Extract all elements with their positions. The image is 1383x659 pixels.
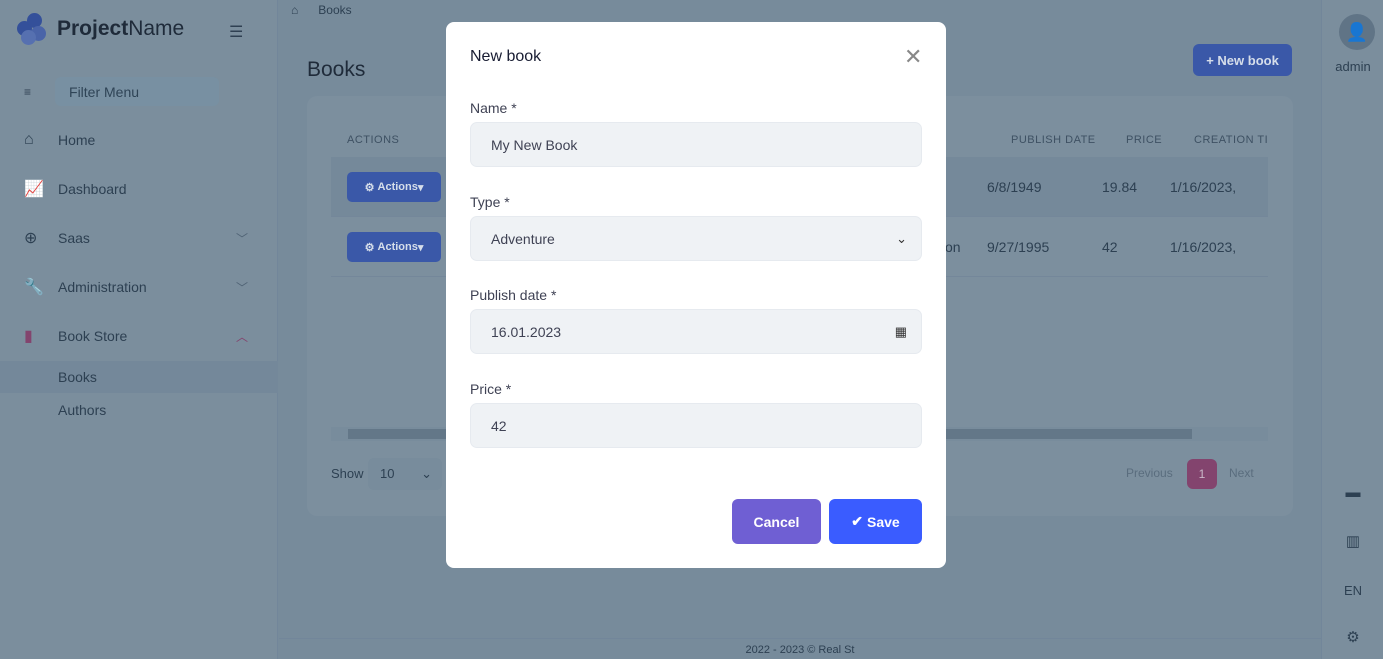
home-icon[interactable]: ⌂ [291,3,298,17]
calendar-icon[interactable]: ▦ [895,324,907,340]
chevron-down-icon: ﹀ [235,231,248,246]
publish-date-value: 16.01.2023 [491,323,562,340]
sidebar-item-dashboard[interactable]: 📈 Dashboard [0,169,278,209]
price-value: 42 [491,417,507,434]
type-label: Type * [470,194,510,210]
logo[interactable]: ProjectName [17,13,184,45]
home-icon: ⌂ [24,131,34,148]
label: Save [867,513,900,530]
app-name-bold: Project [57,17,129,40]
label: Home [58,132,96,148]
footer: 2022 - 2023 © Real St [279,638,1321,659]
label: Actions [377,181,418,193]
column-header-actions[interactable]: ACTIONS [347,134,399,146]
column-header-price[interactable]: PRICE [1126,134,1162,146]
chevron-down-icon: ⌄ [896,230,907,246]
type-value: Adventure [491,230,555,247]
columns-icon[interactable]: ▥ [1322,532,1383,550]
breadcrumb: ⌂ Books [279,0,1321,20]
book-icon: ▮ [24,328,33,345]
sidebar-item-authors[interactable]: Authors [0,394,278,426]
user-name[interactable]: admin [1322,59,1383,74]
sidebar-item-home[interactable]: ⌂ Home [0,120,278,160]
label: Saas [58,230,90,246]
filter-icon: ≡ [24,84,32,99]
label: New book [1217,52,1279,68]
next-page-button[interactable]: Next [1229,466,1254,480]
chevron-down-icon: ⌄ [421,466,432,481]
cell-price: 42 [1102,239,1118,255]
actions-dropdown-button[interactable]: ⚙ Actions ▾ [347,232,441,262]
gear-icon: ⚙ [364,241,375,254]
cancel-button[interactable]: Cancel [732,499,821,544]
name-label: Name * [470,100,517,116]
wrench-icon: 🔧 [24,279,44,296]
page-1-button[interactable]: 1 [1187,459,1217,489]
name-input[interactable]: My New Book [470,122,922,167]
sidebar-item-book-store[interactable]: ▮ Book Store ︿ [0,316,278,356]
label: Administration [58,279,147,295]
gear-icon: ⚙ [364,181,375,194]
laptop-icon[interactable]: ▬ [1322,484,1383,501]
modal-title: New book [470,48,542,65]
app-name-light: Name [128,17,185,40]
column-header-publish-date[interactable]: PUBLISH DATE [1011,134,1096,146]
label: Dashboard [58,181,127,197]
sidebar-item-saas[interactable]: ⊕ Saas ﹀ [0,218,278,258]
language-selector[interactable]: EN [1322,583,1383,598]
settings-gear-icon[interactable]: ⚙ [1322,628,1383,646]
logo-icon [17,13,49,45]
chevron-up-icon: ︿ [235,329,248,344]
breadcrumb-current: Books [318,3,352,17]
page-size-value: 10 [380,466,395,481]
type-select[interactable]: Adventure ⌄ [470,216,922,261]
new-book-button[interactable]: + New book [1193,44,1292,76]
sidebar-item-administration[interactable]: 🔧 Administration ﹀ [0,267,278,307]
sidebar: ProjectName ☰ ≡ Filter Menu ⌂ Home 📈 Dashb… [0,0,278,659]
cell-creation-time: 1/16/2023, [1170,239,1237,255]
cell-price: 19.84 [1102,179,1138,195]
close-icon[interactable]: ✕ [904,46,922,68]
right-toolbar: 👤 admin ▬ ▥ EN ⚙ [1321,0,1383,659]
price-label: Price * [470,381,512,397]
name-value: My New Book [491,136,578,153]
user-avatar[interactable]: 👤 [1339,14,1375,50]
globe-icon: ⊕ [24,230,38,247]
price-input[interactable]: 42 [470,403,922,448]
label: Actions [377,241,418,253]
cell-publish-date: 9/27/1995 [987,239,1050,255]
sidebar-toggle-icon[interactable]: ☰ [229,22,245,42]
new-book-modal: New book ✕ Name * My New Book Type * Adv… [446,22,946,568]
plus-icon: + [1206,52,1214,68]
cell-creation-time: 1/16/2023, [1170,179,1237,195]
publish-date-input[interactable]: 16.01.2023 ▦ [470,309,922,354]
previous-page-button[interactable]: Previous [1126,466,1173,480]
label: Book Store [58,328,128,344]
page-title: Books [307,58,366,81]
save-button[interactable]: ✔ Save [829,499,922,544]
show-label: Show [331,466,364,481]
check-icon: ✔ [851,513,864,529]
sidebar-item-books[interactable]: Books [0,361,278,393]
column-header-creation-time[interactable]: CREATION TI [1194,134,1268,146]
actions-dropdown-button[interactable]: ⚙ Actions ▾ [347,172,441,202]
publish-date-label: Publish date * [470,287,557,303]
page-size-select[interactable]: 10 ⌄ [368,458,442,490]
filter-menu-input[interactable]: Filter Menu [55,77,220,106]
cell-publish-date: 6/8/1949 [987,179,1042,195]
chart-icon: 📈 [24,181,44,198]
chevron-down-icon: ﹀ [235,280,248,295]
